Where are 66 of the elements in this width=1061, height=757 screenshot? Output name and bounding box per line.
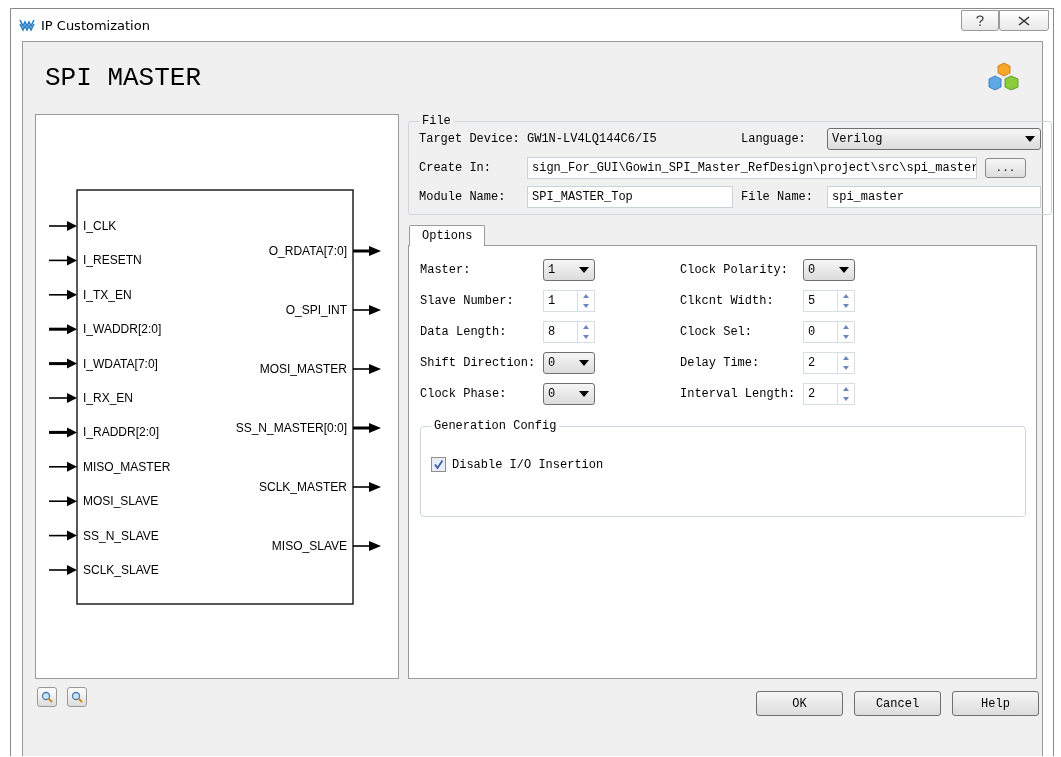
pin-label: I_WDATA[7:0] — [83, 356, 158, 371]
module-name-field[interactable]: SPI_MASTER_Top — [527, 186, 733, 208]
browse-button[interactable]: ... — [985, 158, 1026, 178]
pin-label: MOSI_MASTER — [259, 362, 347, 376]
option-label: Master: — [420, 262, 472, 277]
option-dropdown[interactable]: 0 — [803, 258, 855, 281]
help-icon — [976, 14, 984, 27]
option-label: Clkcnt Width: — [680, 293, 775, 308]
field-label: Module Name: — [419, 190, 507, 204]
pin-label: I_RX_EN — [83, 391, 134, 405]
field-label: Language: — [741, 132, 807, 146]
option-label: Shift Direction: — [420, 355, 537, 370]
option-label: Clock Polarity: — [680, 262, 790, 277]
close-icon — [1018, 15, 1030, 26]
help-button[interactable] — [961, 10, 999, 31]
option-label: Clock Sel: — [680, 324, 753, 339]
target-device-value: GW1N-LV4LQ144C6/I5 — [527, 132, 658, 146]
number-spinner[interactable]: 2 — [803, 351, 855, 374]
ip-title: SPI MASTER — [45, 63, 202, 93]
pin-label: MISO_MASTER — [83, 459, 171, 474]
number-spinner[interactable]: 1 — [543, 289, 595, 312]
pin-label: I_RADDR[2:0] — [83, 425, 160, 440]
dialog-button[interactable]: Help — [952, 691, 1039, 716]
pin-label: SS_N_SLAVE — [83, 528, 159, 543]
zoom-icon — [41, 691, 53, 703]
pin-label: SCLK_SLAVE — [83, 563, 159, 577]
checkbox-label: Disable I/O Insertion — [452, 457, 604, 472]
checkbox[interactable] — [431, 457, 446, 472]
field-label: Target Device: — [419, 132, 521, 146]
pin-label: I_WADDR[2:0] — [83, 322, 162, 337]
dialog-button[interactable]: Cancel — [854, 691, 941, 716]
language-dropdown[interactable]: Verilog — [827, 128, 1041, 150]
number-spinner[interactable]: 0 — [803, 320, 855, 343]
pin-label: MISO_SLAVE — [271, 539, 347, 553]
option-label: Slave Number: — [420, 293, 515, 308]
options-tab[interactable]: Options — [409, 225, 486, 246]
zoom-out-button[interactable] — [67, 687, 87, 707]
pin-label: O_RDATA[7:0] — [268, 244, 347, 258]
field-label: Create In: — [419, 161, 492, 175]
pin-label: I_CLK — [83, 219, 117, 233]
zoom-icon — [71, 691, 83, 703]
group-title: File — [421, 114, 452, 128]
option-label: Data Length: — [420, 324, 508, 339]
option-label: Clock Phase: — [420, 386, 508, 401]
option-dropdown[interactable]: 1 — [543, 258, 595, 281]
pin-label: MOSI_SLAVE — [83, 494, 159, 509]
option-label: Interval Length: — [680, 386, 797, 401]
number-spinner[interactable]: 8 — [543, 320, 595, 343]
close-button[interactable] — [999, 10, 1049, 31]
pin-label: I_TX_EN — [83, 287, 132, 302]
number-spinner[interactable]: 2 — [803, 382, 855, 405]
option-label: Delay Time: — [680, 355, 761, 370]
file-name-field[interactable]: spi_master — [827, 186, 1041, 208]
group-title: Generation Config — [433, 419, 558, 433]
option-dropdown[interactable]: 0 — [543, 351, 595, 374]
window-title: IP Customization — [41, 17, 150, 33]
pin-label: SCLK_MASTER — [258, 480, 347, 494]
pin-label: SS_N_MASTER[0:0] — [235, 421, 347, 435]
option-dropdown[interactable]: 0 — [543, 382, 595, 405]
field-label: File Name: — [741, 190, 814, 204]
number-spinner[interactable]: 5 — [803, 289, 855, 312]
app-logo-icon — [19, 18, 35, 32]
dialog-button[interactable]: OK — [756, 691, 843, 716]
zoom-in-button[interactable] — [37, 687, 57, 707]
pin-label: O_SPI_INT — [285, 303, 347, 317]
pin-label: I_RESETN — [83, 253, 142, 268]
